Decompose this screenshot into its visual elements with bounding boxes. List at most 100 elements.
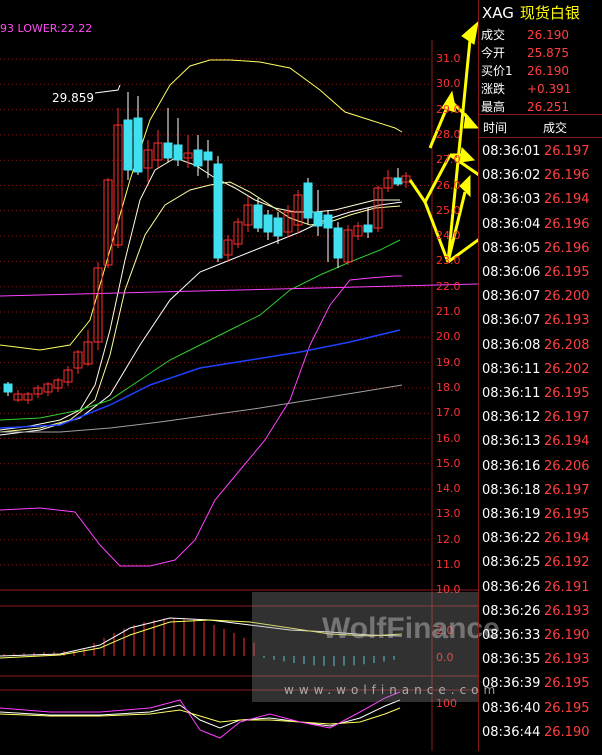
tick-price: 26.190 [544,628,590,643]
price-tick: 16.0 [436,431,461,445]
candle-body [123,119,133,171]
tick-time: 08:36:25 [482,555,541,571]
candle-body [193,149,203,167]
quote-value: 26.251 [527,100,569,114]
quote-label: 最高 [481,100,506,114]
indicator-legend: 93 LOWER:22.22 [0,22,92,35]
tick-row[interactable]: 08:36:26 26.191 [479,580,602,604]
ma-mid-line [0,181,401,433]
tick-row[interactable]: 08:36:07 26.200 [479,289,602,313]
price-tick: 27.0 [436,153,461,167]
tick-row[interactable]: 08:36:44 26.190 [479,725,602,749]
tick-row[interactable]: 08:36:05 26.196 [479,241,602,265]
candle-body [163,142,173,159]
tick-time: 08:36:11 [482,386,541,401]
price-tick: 31.0 [436,52,461,65]
quote-row: 成交 26.190 [481,26,569,46]
tick-price: 26.193 [544,603,590,619]
tick-row[interactable]: 08:36:02 26.196 [479,168,602,192]
legend-prefix: 93 [0,22,14,35]
tick-time: 08:36:03 [482,192,541,208]
price-tick: 25.0 [436,203,461,217]
tick-row[interactable]: 08:36:39 26.195 [479,676,602,700]
candle-body [333,227,343,259]
tick-time: 08:36:07 [482,289,541,305]
chart-panel[interactable]: 93 LOWER:22.22 29.859 31.0 30.0 29.0 28.0 27… [0,0,542,751]
tick-row[interactable]: 08:36:19 26.195 [479,507,602,531]
price-tick: 23.0 [436,254,461,268]
tick-row[interactable]: 08:36:03 26.194 [479,192,602,216]
tick-row[interactable]: 08:36:40 26.195 [479,701,602,725]
quote-label: 买价1 [481,64,513,78]
tick-time: 08:36:33 [482,628,541,643]
price-tick: 21.0 [436,305,461,318]
quote-label: 今开 [481,46,506,60]
tick-row[interactable]: 08:36:13 26.194 [479,434,602,458]
tick-row[interactable]: 08:36:01 26.197 [479,144,602,168]
tick-time: 08:36:04 [482,216,541,232]
candle-body [393,177,403,185]
tick-row[interactable]: 08:36:16 26.206 [479,459,602,483]
candle-body [213,163,223,259]
tick-time: 08:36:26 [482,603,541,619]
symbol-header: XAG 现货白银 [482,2,580,23]
tick-time: 08:36:01 [482,144,541,159]
candle-body [303,182,313,219]
quote-label: 成交 [481,28,506,42]
header-time: 时间 [483,121,508,135]
tick-price: 26.196 [544,216,590,232]
tick-row[interactable]: 08:36:26 26.193 [479,604,602,628]
tick-price: 26.190 [544,724,590,740]
tick-time: 08:36:40 [482,700,541,716]
candle-body [323,214,333,229]
tick-time: 08:36:39 [482,676,541,692]
tick-row[interactable]: 08:36:22 26.194 [479,531,602,555]
price-tick: 30.0 [436,77,461,91]
tick-row[interactable]: 08:36:11 26.195 [479,386,602,410]
tick-row[interactable]: 08:36:25 26.192 [479,555,602,579]
tick-time: 08:36:22 [482,531,541,547]
price-tick: 17.0 [436,406,461,420]
tick-price: 26.206 [544,458,590,474]
tick-price: 26.194 [544,531,590,547]
tick-time: 08:36:02 [482,168,541,184]
price-tick: 28.0 [436,127,461,141]
tick-price: 26.197 [544,482,590,498]
tick-row[interactable]: 08:36:18 26.197 [479,483,602,507]
candle-body [173,144,183,161]
tick-row[interactable]: 08:36:11 26.202 [479,362,602,386]
tick-row[interactable]: 08:36:04 26.196 [479,217,602,241]
candle-body [133,117,143,173]
price-tick: 26.0 [436,178,461,192]
tick-price: 26.195 [544,700,590,716]
boll-lower-line [0,275,402,567]
candle-body [313,211,323,227]
quote-row: 买价1 26.190 [481,62,569,82]
tick-price: 26.195 [544,386,590,401]
tick-row[interactable]: 08:36:12 26.197 [479,410,602,434]
quote-value: 26.190 [527,64,569,78]
quote-value: 26.190 [527,28,569,42]
candle-body [203,151,213,161]
tick-time: 08:36:08 [482,337,541,353]
price-tick: 14.0 [436,482,461,496]
tick-row[interactable]: 08:36:35 26.193 [479,652,602,676]
candle-body [273,217,283,237]
tick-row[interactable]: 08:36:06 26.195 [479,265,602,289]
tick-row[interactable]: 08:36:07 26.193 [479,313,602,337]
tick-time: 08:36:13 [482,434,541,450]
header-price: 成交 [543,121,568,135]
tick-price: 26.195 [544,507,590,522]
quote-value: 25.875 [527,46,569,60]
candle-body [363,224,373,233]
symbol-code: XAG [482,4,514,22]
tick-price: 26.193 [544,652,590,668]
legend-lower: LOWER:22.22 [17,22,93,35]
tick-time: 08:36:26 [482,579,541,595]
tick-row[interactable]: 08:36:33 26.190 [479,628,602,652]
tick-row[interactable]: 08:36:08 26.208 [479,338,602,362]
tick-price: 26.193 [544,313,590,329]
watermark-url: www.wolfinance.com [284,683,501,697]
tick-price: 26.192 [544,555,590,571]
price-tick: 20.0 [436,330,461,344]
